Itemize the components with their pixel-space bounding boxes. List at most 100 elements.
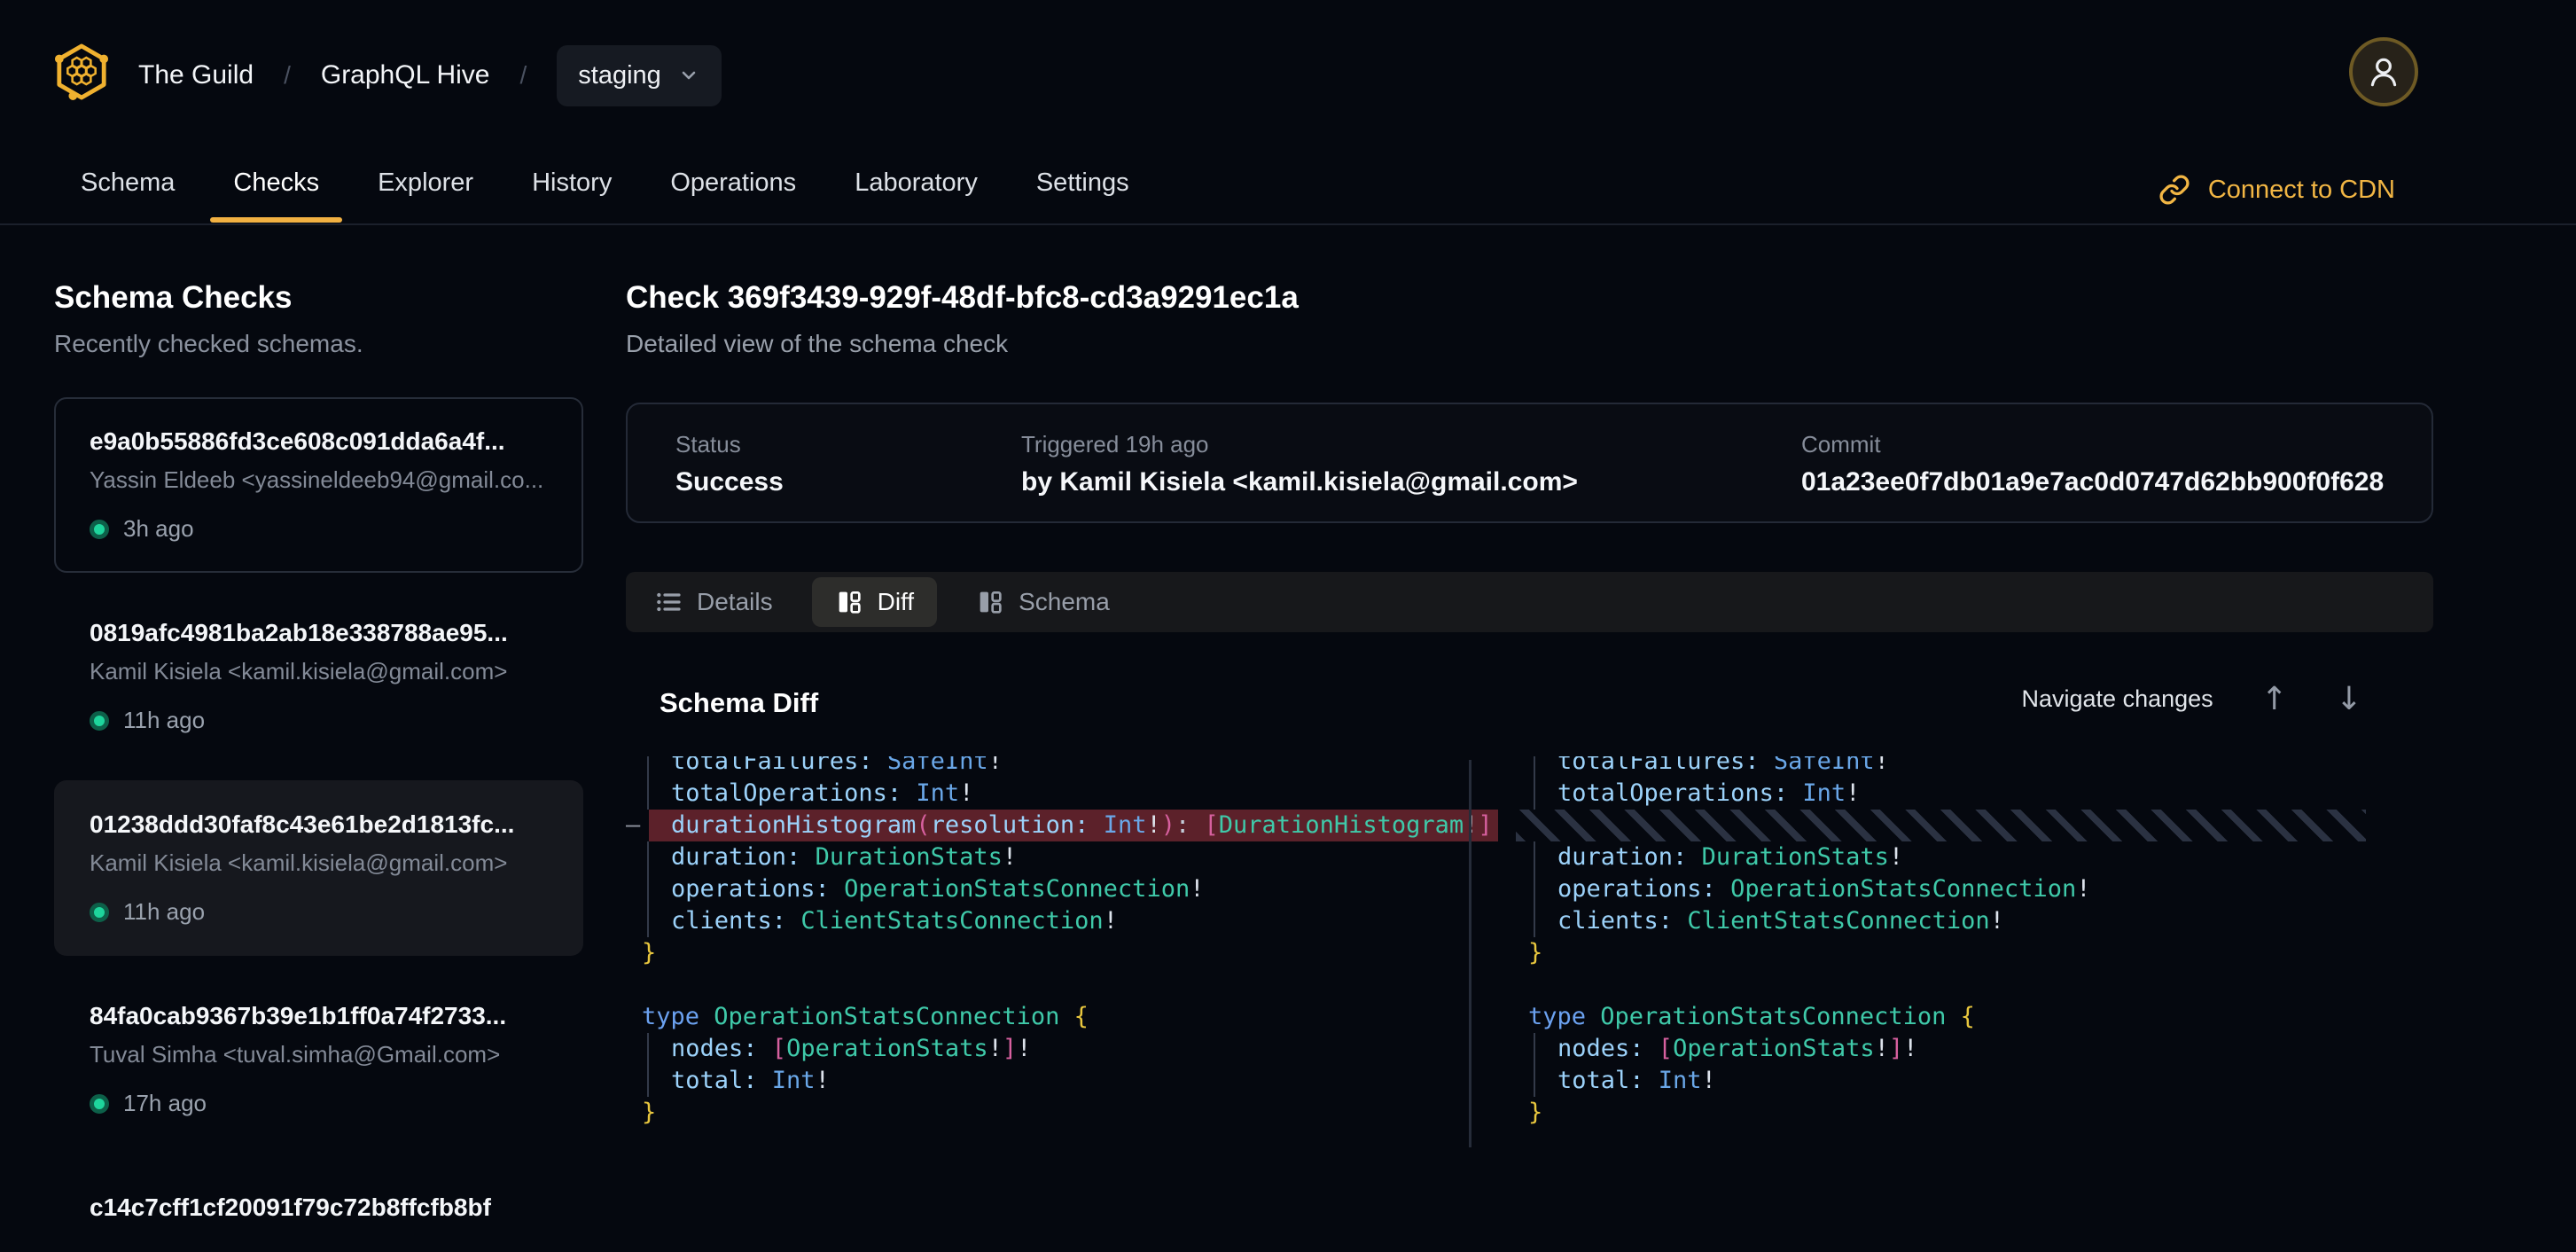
arrow-up-icon: ↑ — [2261, 681, 2288, 717]
tab-history[interactable]: History — [532, 168, 612, 223]
check-author: Kamil Kisiela <kamil.kisiela@gmail.com> — [90, 658, 548, 685]
check-status: 11h ago — [90, 898, 548, 926]
check-list-item[interactable]: c14c7cff1cf20091f79c72b8ffcfb8bf — [54, 1163, 583, 1252]
code-block-before: totalFailures: SafeInt!totalOperations: … — [626, 756, 1498, 1129]
tab-operations[interactable]: Operations — [670, 168, 796, 223]
code-line: duration: DurationStats! — [626, 841, 1498, 873]
status-dot-icon — [90, 903, 109, 922]
previous-change-button[interactable]: ↑ — [2261, 681, 2288, 717]
arrow-down-icon: ↓ — [2336, 681, 2362, 717]
check-time: 11h ago — [123, 707, 205, 734]
tab-checks[interactable]: Checks — [233, 168, 319, 223]
check-time: 3h ago — [123, 515, 194, 543]
tab-explorer[interactable]: Explorer — [378, 168, 473, 223]
breadcrumb-separator: / — [520, 61, 527, 90]
commit-column: Commit 01a23ee0f7db01a9e7ac0d0747d62bb90… — [1801, 431, 2432, 521]
code-line: clients: ClientStatsConnection! — [1512, 905, 2433, 937]
indent-guide-line — [1534, 1033, 1535, 1065]
check-hash: 0819afc4981ba2ab18e338788ae95... — [90, 619, 548, 647]
indent-guide-line — [647, 1033, 649, 1065]
target-selector[interactable]: staging — [557, 45, 722, 106]
diff-pane-right: totalFailures: SafeInt!totalOperations: … — [1512, 756, 2433, 1151]
user-icon — [2365, 53, 2402, 90]
code-line: } — [626, 937, 1498, 969]
triggered-value: by Kamil Kisiela <kamil.kisiela@gmail.co… — [1021, 467, 1801, 497]
tab-schema[interactable]: Schema — [976, 588, 1110, 616]
code-block-after: totalFailures: SafeInt!totalOperations: … — [1512, 756, 2433, 1129]
indent-guide-line — [1534, 873, 1535, 905]
code-line: total: Int! — [1512, 1065, 2433, 1097]
code-line: totalOperations: Int! — [626, 778, 1498, 810]
tab-label: Diff — [878, 588, 915, 616]
primary-nav: Schema Checks Explorer History Operations Lab… — [81, 168, 1129, 223]
breadcrumb: The Guild / GraphQL Hive / staging — [138, 41, 722, 110]
diff-placeholder-line — [1516, 810, 2366, 841]
code-line: } — [1512, 937, 2433, 969]
breadcrumb-project[interactable]: GraphQL Hive — [321, 60, 490, 90]
check-list-item[interactable]: e9a0b55886fd3ce608c091dda6a4f...Yassin E… — [54, 397, 583, 573]
user-avatar[interactable] — [2349, 37, 2418, 106]
code-line: clients: ClientStatsConnection! — [626, 905, 1498, 937]
triggered-column: Triggered 19h ago by Kamil Kisiela <kami… — [1021, 431, 1801, 521]
status-column: Status Success — [675, 431, 1021, 521]
check-status: 3h ago — [90, 515, 548, 543]
diff-pane-left: totalFailures: SafeInt!totalOperations: … — [626, 756, 1498, 1151]
check-list-item[interactable]: 01238ddd30faf8c43e61be2d1813fc... Kamil K… — [54, 780, 583, 956]
tab-laboratory[interactable]: Laboratory — [855, 168, 978, 223]
check-list-item[interactable]: 84fa0cab9367b39e1b1ff0a74f2733... Tuval S… — [54, 972, 583, 1147]
code-line: totalFailures: SafeInt! — [1512, 756, 2433, 778]
code-line: totalFailures: SafeInt! — [626, 756, 1498, 778]
triggered-label: Triggered 19h ago — [1021, 431, 1801, 458]
indent-guide-line — [647, 873, 649, 905]
schema-checks-sidebar: Schema Checks Recently checked schemas. … — [54, 280, 583, 1252]
diff-removed-line: —durationHistogram(resolution: Int!): [D… — [626, 810, 1498, 841]
next-change-button[interactable]: ↓ — [2336, 681, 2362, 717]
link-icon — [2158, 174, 2190, 206]
status-value: Success — [675, 467, 1021, 497]
indent-guide-line — [1534, 841, 1535, 873]
connect-to-cdn-link[interactable]: Connect to CDN — [2158, 174, 2395, 206]
code-line: } — [626, 1097, 1498, 1129]
code-line: totalOperations: Int! — [1512, 778, 2433, 810]
tab-settings[interactable]: Settings — [1036, 168, 1129, 223]
check-hash: 84fa0cab9367b39e1b1ff0a74f2733... — [90, 1002, 548, 1030]
indent-guide-line — [647, 841, 649, 873]
indent-guide-line — [647, 778, 649, 810]
app-header: The Guild / GraphQL Hive / staging Schem… — [0, 0, 2576, 225]
tab-details[interactable]: Details — [654, 588, 773, 616]
tab-schema[interactable]: Schema — [81, 168, 175, 223]
chevron-down-icon — [677, 64, 700, 87]
vertical-scrollbar[interactable] — [1469, 760, 1471, 1147]
check-author: Kamil Kisiela <kamil.kisiela@gmail.com> — [90, 849, 548, 877]
blank-line — [1512, 969, 2433, 1001]
indent-guide-line — [1534, 756, 1535, 778]
check-status: 17h ago — [90, 1090, 548, 1117]
check-list-item[interactable]: 0819afc4981ba2ab18e338788ae95... Kamil Ki… — [54, 589, 583, 764]
tab-diff[interactable]: Diff — [812, 577, 938, 627]
code-line: total: Int! — [626, 1065, 1498, 1097]
connect-to-cdn-label: Connect to CDN — [2208, 176, 2395, 205]
check-status-card: Status Success Triggered 19h ago by Kami… — [626, 403, 2433, 523]
code-line: } — [1512, 1097, 2433, 1129]
indent-guide-line — [647, 1065, 649, 1097]
check-subtitle: Detailed view of the schema check — [626, 330, 2433, 358]
schema-diff-view: totalFailures: SafeInt!totalOperations: … — [626, 756, 2433, 1151]
check-author: Tuval Simha <tuval.simha@Gmail.com> — [90, 1041, 548, 1068]
code-line: type OperationStatsConnection { — [1512, 1001, 2433, 1033]
code-line: nodes: [OperationStats!]! — [1512, 1033, 2433, 1065]
columns-icon — [835, 588, 863, 616]
indent-guide-line — [647, 756, 649, 778]
hive-logo-icon[interactable] — [54, 43, 109, 101]
navigate-changes-label: Navigate changes — [2022, 685, 2213, 713]
status-dot-icon — [90, 1094, 109, 1114]
code-line: nodes: [OperationStats!]! — [626, 1033, 1498, 1065]
check-view-tabs: Details Diff Schema — [626, 572, 2433, 632]
commit-value: 01a23ee0f7db01a9e7ac0d0747d62bb900f0f628 — [1801, 467, 2432, 497]
check-hash: 01238ddd30faf8c43e61be2d1813fc... — [90, 810, 548, 839]
breadcrumb-separator: / — [284, 61, 291, 90]
check-time: 17h ago — [123, 1090, 207, 1117]
breadcrumb-org[interactable]: The Guild — [138, 60, 254, 90]
status-label: Status — [675, 431, 1021, 458]
check-hash: c14c7cff1cf20091f79c72b8ffcfb8bf — [90, 1193, 548, 1222]
schema-diff-heading: Schema Diff — [660, 687, 818, 719]
